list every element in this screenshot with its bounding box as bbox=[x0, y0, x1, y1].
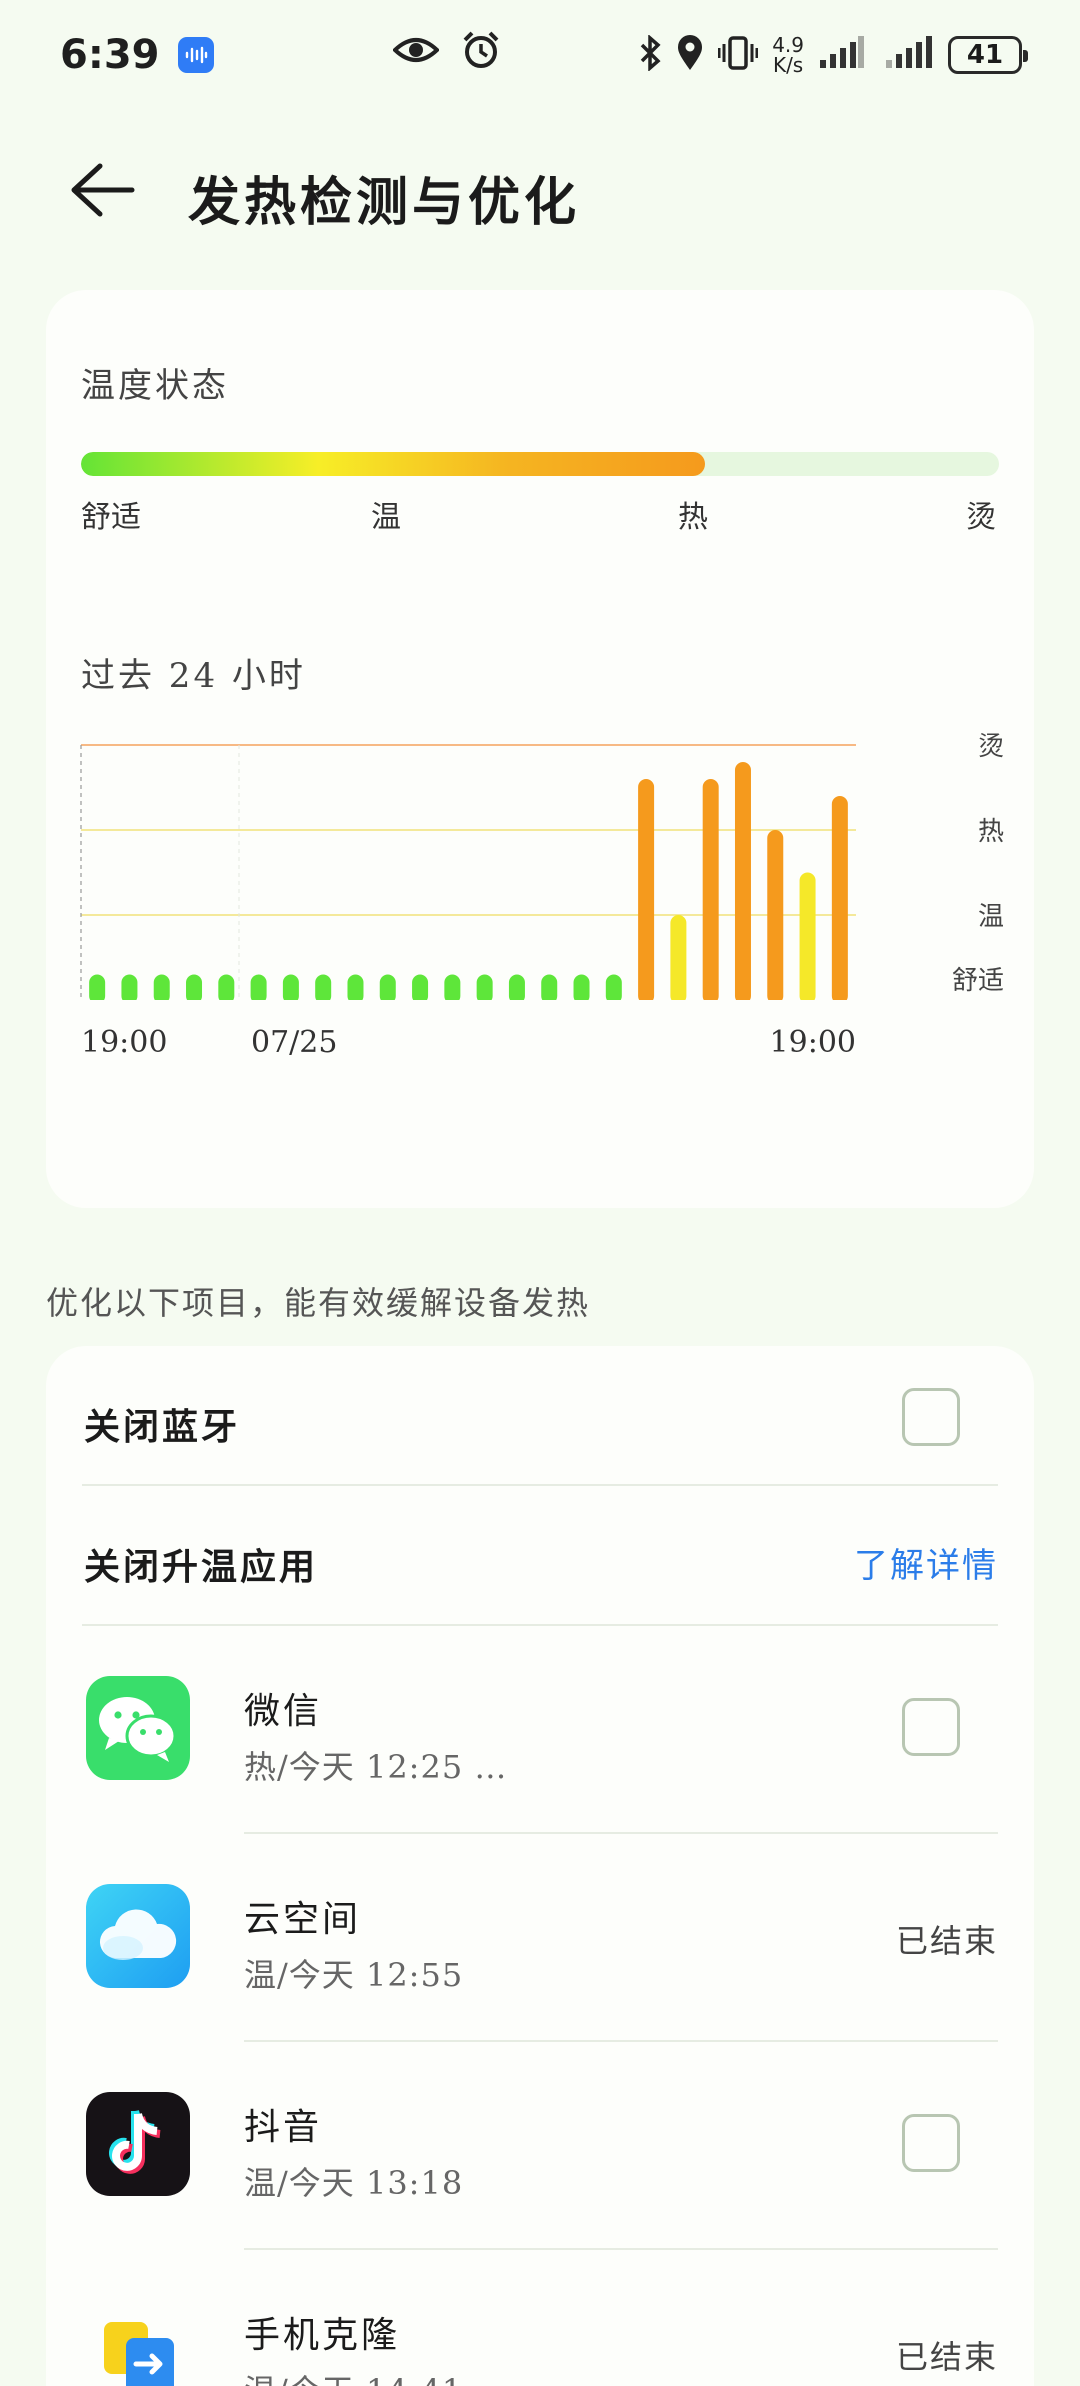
signal-2-icon bbox=[878, 36, 934, 74]
chart-bar bbox=[347, 974, 364, 1004]
back-button[interactable] bbox=[60, 158, 140, 222]
app-name-cloud: 云空间 bbox=[244, 1899, 362, 1940]
signal-icon bbox=[818, 36, 864, 74]
chart-bar bbox=[508, 974, 525, 1004]
temperature-status-label: 温度状态 bbox=[81, 366, 229, 406]
app-checkbox-wechat[interactable] bbox=[902, 1698, 960, 1756]
app-name-douyin: 抖音 bbox=[244, 2107, 323, 2148]
level-scalding: 烫 bbox=[966, 500, 996, 535]
temperature-levels: 舒适 温 热 烫 bbox=[81, 492, 999, 535]
tiktok-icon bbox=[86, 2092, 190, 2196]
chart-bar bbox=[734, 762, 751, 1004]
optimize-hint: 优化以下项目，能有效缓解设备发热 bbox=[46, 1284, 591, 1322]
chart-bar bbox=[638, 779, 655, 1004]
chart-bar bbox=[412, 974, 429, 1004]
app-sub-wechat: 热/今天 12:25 … bbox=[244, 1748, 508, 1786]
cloud-icon bbox=[86, 1884, 190, 1988]
x-tick-label: 19:00 bbox=[81, 1025, 167, 1060]
chart-bar bbox=[573, 974, 590, 1004]
chart-bar bbox=[250, 974, 267, 1004]
temperature-bar-fill bbox=[81, 452, 706, 476]
chart-bar bbox=[476, 974, 493, 1004]
app-sub-phone-clone: 温/今天 14:41 … bbox=[244, 2366, 507, 2386]
divider bbox=[244, 1832, 998, 1834]
chart-bar bbox=[605, 974, 622, 1004]
voice-recorder-icon bbox=[177, 37, 214, 73]
divider bbox=[244, 2248, 998, 2250]
app-sub-cloud: 温/今天 12:55 bbox=[244, 1956, 464, 1994]
bluetooth-icon bbox=[638, 34, 662, 75]
level-comfort: 舒适 bbox=[81, 500, 141, 535]
y-level-label: 烫 bbox=[978, 732, 1004, 762]
chart-bar bbox=[186, 974, 203, 1004]
battery-indicator: 41 bbox=[948, 36, 1028, 74]
status-time: 6:39 bbox=[60, 32, 160, 78]
chart-bar bbox=[153, 974, 170, 1004]
app-name-phone-clone: 手机克隆 bbox=[244, 2315, 401, 2356]
chart-bar bbox=[218, 974, 235, 1004]
level-hot: 热 bbox=[678, 500, 708, 535]
app-checkbox-douyin[interactable] bbox=[902, 2114, 960, 2172]
chart-bar bbox=[767, 830, 784, 1004]
level-warm: 温 bbox=[371, 500, 401, 535]
chart-bar bbox=[89, 974, 106, 1004]
chart-bar bbox=[702, 779, 719, 1004]
y-level-label: 舒适 bbox=[952, 966, 1004, 996]
divider bbox=[82, 1484, 998, 1486]
eye-comfort-icon bbox=[392, 30, 440, 74]
chart-bar bbox=[282, 974, 299, 1004]
chart-bar bbox=[541, 974, 558, 1004]
bluetooth-off-label: 关闭蓝牙 bbox=[84, 1406, 241, 1448]
temperature-bar bbox=[81, 452, 999, 476]
bluetooth-off-checkbox[interactable] bbox=[902, 1388, 960, 1446]
page-header: 发热检测与优化 bbox=[0, 140, 1080, 240]
x-tick-label: 07/25 bbox=[251, 1025, 337, 1060]
chart-bar bbox=[315, 974, 332, 1004]
x-tick-label: 19:00 bbox=[770, 1025, 856, 1060]
wechat-icon bbox=[86, 1676, 190, 1780]
optimize-card: 关闭蓝牙 关闭升温应用 了解详情 微信 热/今天 12:25 … 云空间 温/今… bbox=[46, 1346, 1034, 2386]
app-state-phone-clone: 已结束 bbox=[895, 2338, 998, 2376]
arrow-left-icon bbox=[71, 163, 135, 217]
heating-apps-label: 关闭升温应用 bbox=[84, 1546, 319, 1588]
alarm-icon bbox=[461, 30, 501, 74]
chart-bar bbox=[799, 872, 816, 1004]
app-name-wechat: 微信 bbox=[244, 1691, 323, 1732]
chart-bar bbox=[831, 796, 848, 1004]
location-icon bbox=[676, 34, 704, 76]
chart-bar bbox=[444, 974, 461, 1004]
app-state-cloud: 已结束 bbox=[895, 1922, 998, 1960]
temperature-card: 温度状态 舒适 温 热 烫 过去 24 小时 舒适温热烫 19:00 07/25 19… bbox=[46, 290, 1034, 1208]
network-speed: 4.9 K/s bbox=[772, 33, 804, 77]
page-title: 发热检测与优化 bbox=[188, 172, 581, 233]
status-bar: 6:39 4.9 K/s 41 bbox=[0, 0, 1080, 110]
divider bbox=[82, 1624, 998, 1626]
app-sub-douyin: 温/今天 13:18 bbox=[244, 2164, 464, 2202]
divider bbox=[244, 2040, 998, 2042]
vibrate-icon bbox=[717, 35, 759, 75]
y-level-label: 温 bbox=[978, 902, 1004, 932]
learn-more-link[interactable]: 了解详情 bbox=[854, 1538, 998, 1587]
y-level-label: 热 bbox=[978, 817, 1004, 847]
chart-bar bbox=[121, 974, 138, 1004]
temperature-history-chart: 舒适 温 热 烫 19:00 07/25 19:00 bbox=[79, 732, 1004, 1060]
chart-baseline-mask bbox=[79, 1000, 860, 1010]
chart-bar bbox=[670, 915, 687, 1004]
chart-bar bbox=[379, 974, 396, 1004]
phone-clone-icon bbox=[86, 2300, 190, 2386]
